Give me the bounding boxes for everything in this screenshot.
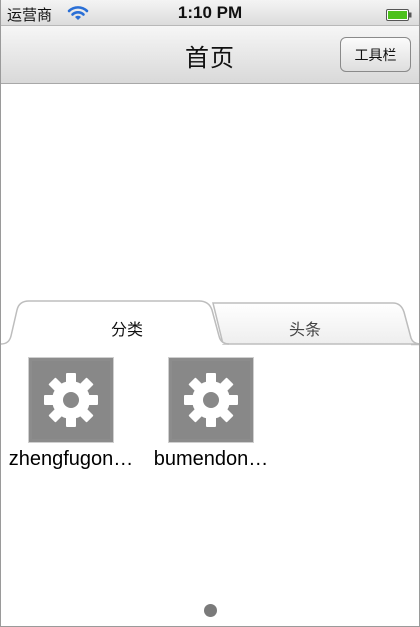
grid-item[interactable]: zhengfugon… <box>1 357 141 478</box>
gear-icon <box>28 357 114 443</box>
status-bar: 运营商 1:10 PM <box>1 0 419 26</box>
tab-toutiao-label: 头条 <box>288 320 321 339</box>
tab-fenlei-label: 分类 <box>110 320 143 339</box>
tab-fenlei[interactable]: 分类 <box>11 300 216 344</box>
gear-icon <box>168 357 254 443</box>
tab-bar: 分类 头条 <box>1 298 419 346</box>
battery-icon <box>386 6 412 21</box>
toolbar-button[interactable]: 工具栏 <box>340 37 411 72</box>
grid-item-label: zhengfugon… <box>8 448 134 470</box>
grid-item-label: bumendon… <box>153 448 269 470</box>
grid-item[interactable]: bumendon… <box>141 357 281 478</box>
app-screen: 运营商 1:10 PM 首页 工具栏 分类 头条 zhengfugon… bum… <box>0 0 420 627</box>
navigation-bar: 首页 工具栏 <box>1 26 419 84</box>
status-time: 1:10 PM <box>177 3 243 22</box>
tab-toutiao[interactable]: 头条 <box>216 300 411 344</box>
page-indicator-dot[interactable] <box>204 604 217 617</box>
